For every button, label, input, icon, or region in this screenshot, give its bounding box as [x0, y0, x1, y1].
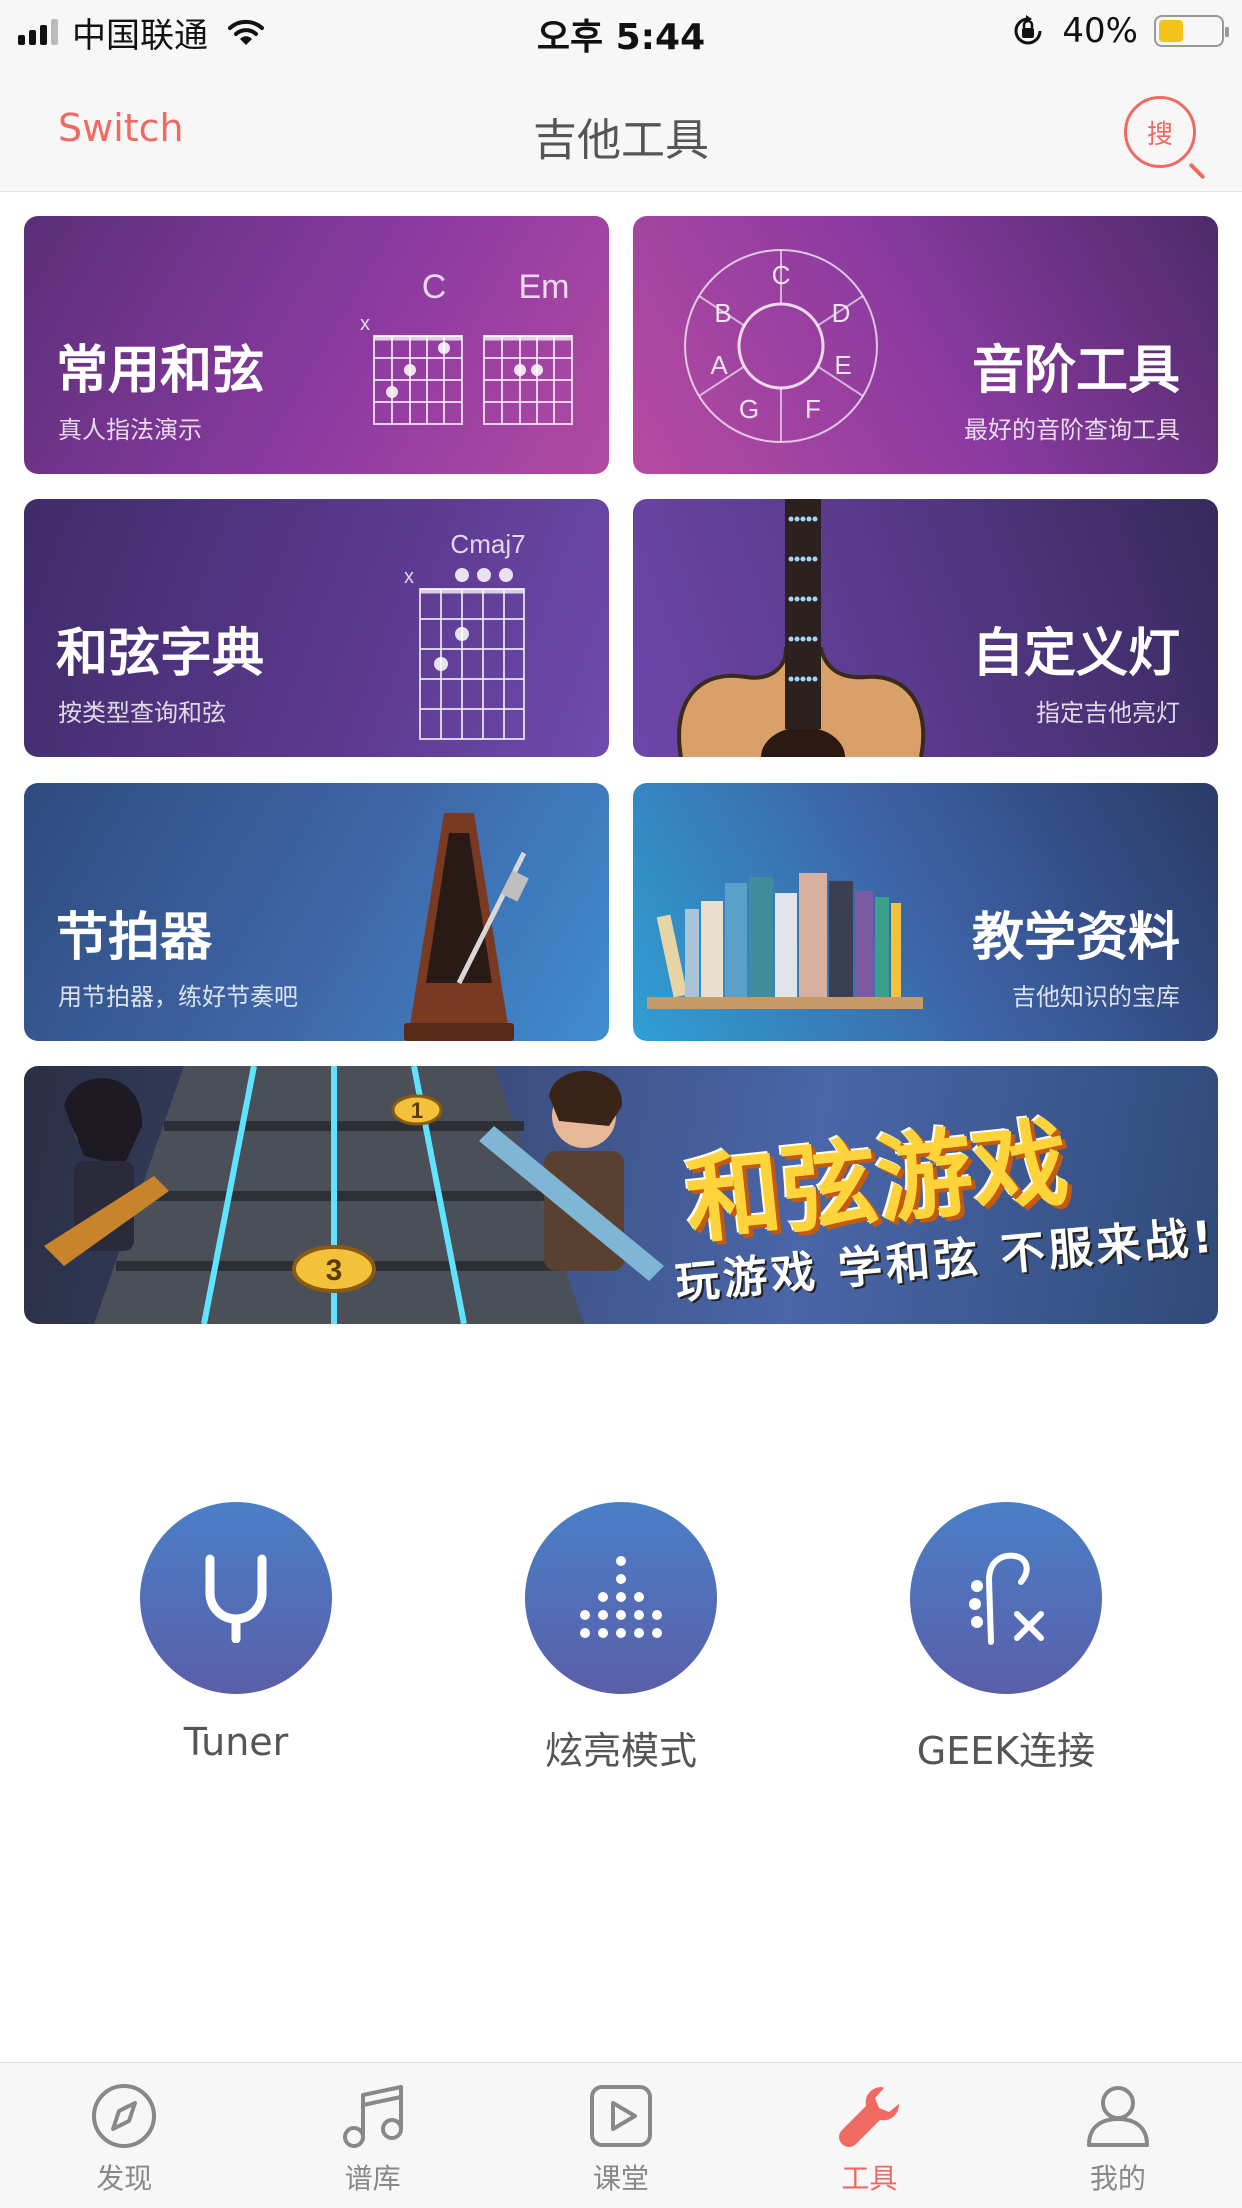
- page-title: 吉他工具: [533, 115, 709, 166]
- tool-circle: [910, 1502, 1102, 1694]
- scale-note: D: [832, 298, 851, 328]
- tab-label: 我的: [1089, 2162, 1146, 2195]
- search-icon: 搜: [1146, 119, 1173, 150]
- chord-label-1: C: [422, 268, 447, 306]
- tab-bar: 发现 谱库 课堂 工具 我的: [0, 2062, 1242, 2208]
- chord-game-banner[interactable]: 1 3 和弦游戏 玩游戏 学和弦 不服来战!: [24, 1066, 1218, 1324]
- scale-note: B: [714, 298, 731, 328]
- chord-diagram-icon: C Em x: [360, 268, 573, 425]
- card-title: 和弦字典: [56, 624, 265, 684]
- card-metronome[interactable]: 节拍器 用节拍器，练好节奏吧: [24, 783, 609, 1041]
- chord-diagram-icon: Cmaj7 x: [404, 529, 526, 740]
- chord-label-2: Em: [519, 268, 570, 306]
- tab-label: 发现: [96, 2162, 153, 2195]
- dots-equalizer-icon: [580, 1556, 662, 1638]
- mute-mark: x: [404, 566, 414, 588]
- tab-label: 工具: [841, 2162, 898, 2195]
- card-subtitle: 最好的音阶查询工具: [964, 416, 1180, 444]
- card-scale-tool[interactable]: C D E F G A B 音阶工具 最好的音阶查询工具: [633, 216, 1218, 474]
- status-bar: 中国联通 오후 5:44 40%: [0, 0, 1242, 62]
- battery-fill: [1159, 20, 1183, 42]
- lane-marker: 1: [411, 1098, 423, 1123]
- card-title: 节拍器: [56, 908, 213, 968]
- guitar-tools-screen: 中国联通 오후 5:44 40% Switch 吉他工具 搜 常用和弦 真人指法…: [0, 0, 1242, 2208]
- scale-note: A: [710, 350, 728, 380]
- tool-label: GEEK连接: [916, 1729, 1096, 1773]
- scale-note: C: [772, 260, 791, 290]
- tab-tools[interactable]: 工具: [745, 2063, 993, 2208]
- card-title: 自定义灯: [971, 624, 1180, 684]
- guitar-headstock-icon: [969, 1552, 1044, 1645]
- tab-classroom[interactable]: 课堂: [497, 2063, 745, 2208]
- card-subtitle: 指定吉他亮灯: [1036, 699, 1180, 727]
- tab-sheet-library[interactable]: 谱库: [248, 2063, 496, 2208]
- card-title: 音阶工具: [971, 341, 1180, 401]
- battery-icon: [1154, 15, 1229, 47]
- lane-marker: 3: [326, 1254, 343, 1287]
- tool-circle: [140, 1502, 332, 1694]
- mute-mark: x: [360, 313, 370, 335]
- play-icon: [590, 2085, 653, 2147]
- metronome-icon: [404, 813, 529, 1041]
- tuner-button[interactable]: Tuner: [86, 1502, 386, 1764]
- game-fretboard-illustration: 1 3: [44, 1066, 664, 1324]
- scale-note: E: [834, 350, 851, 380]
- circle-of-fifths-icon: C D E F G A B: [684, 249, 878, 443]
- bookshelf-icon: [647, 873, 923, 1009]
- scale-note: G: [739, 394, 759, 424]
- tool-label: 炫亮模式: [544, 1729, 697, 1773]
- card-subtitle: 真人指法演示: [58, 416, 202, 444]
- search-button[interactable]: 搜: [1124, 96, 1196, 168]
- card-custom-lights[interactable]: 自定义灯 指定吉他亮灯: [633, 499, 1218, 757]
- person-icon: [1086, 2086, 1149, 2147]
- card-subtitle: 吉他知识的宝库: [1012, 983, 1180, 1011]
- flash-mode-button[interactable]: 炫亮模式: [471, 1502, 771, 1775]
- card-subtitle: 按类型查询和弦: [58, 699, 226, 727]
- tab-label: 谱库: [344, 2162, 401, 2195]
- card-chord-dictionary[interactable]: 和弦字典 按类型查询和弦 Cmaj7 x: [24, 499, 609, 757]
- card-title: 教学资料: [971, 908, 1180, 968]
- guitar-icon: [677, 499, 926, 757]
- card-common-chords[interactable]: 常用和弦 真人指法演示 C Em x: [24, 216, 609, 474]
- chord-label: Cmaj7: [450, 529, 525, 559]
- nav-bar: Switch 吉他工具 搜: [0, 62, 1242, 192]
- tuning-fork-icon: [205, 1554, 267, 1643]
- tool-circle: [525, 1502, 717, 1694]
- wrench-icon: [839, 2087, 900, 2147]
- tab-label: 课堂: [593, 2162, 650, 2195]
- tab-me[interactable]: 我的: [994, 2063, 1242, 2208]
- rotation-lock-icon: [1014, 15, 1042, 45]
- battery-percent: 40%: [1062, 11, 1138, 51]
- scale-note: F: [805, 394, 821, 424]
- compass-icon: [92, 2084, 157, 2148]
- geek-connect-button[interactable]: GEEK连接: [856, 1502, 1156, 1775]
- tab-discover[interactable]: 发现: [0, 2063, 248, 2208]
- card-title: 常用和弦: [56, 341, 265, 401]
- card-learning-materials[interactable]: 教学资料 吉他知识的宝库: [633, 783, 1218, 1041]
- tool-label: Tuner: [183, 1720, 289, 1764]
- music-note-icon: [342, 2085, 403, 2148]
- card-subtitle: 用节拍器，练好节奏吧: [58, 983, 298, 1011]
